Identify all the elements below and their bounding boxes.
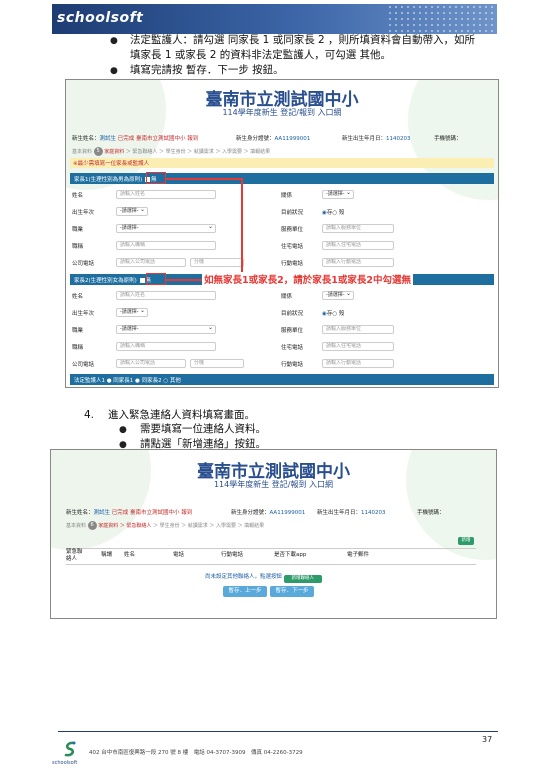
student-birth: 新生出生年月日：1140203: [317, 510, 386, 516]
footer-logo-icon: [62, 740, 78, 758]
portal-subtitle: 114學年度新生 登記/報到 入口網: [222, 108, 342, 117]
step-breadcrumb: 基本資料 6 家庭資料 ＞ 緊急聯絡人 ＞ 學生身份 ＞ 就讀需求 ＞ 入學需要…: [66, 521, 265, 530]
step-active[interactable]: 緊急聯絡人: [126, 523, 151, 529]
parent1-office-input[interactable]: 請輸入公司電話: [116, 258, 186, 267]
label-job: 職業: [72, 227, 84, 233]
parent2-home-input[interactable]: 請輸入住宅電話: [322, 342, 394, 351]
highlight-box-parent2: [146, 273, 166, 285]
guardian-bar[interactable]: 法定監護人1 ● 同家長1 ● 同家長2 ○ 其他: [70, 374, 494, 385]
student-birth: 新生出生年月日：1140203: [342, 136, 411, 142]
annotation-callout: 如無家長1或家長2，請於家長1或家長2中勾選無: [202, 272, 413, 286]
label-name: 姓名: [72, 294, 84, 300]
parent2-birth-select[interactable]: -請選擇-: [116, 307, 148, 317]
item4-sub1: 需要填寫一位連絡人資料。: [140, 423, 266, 435]
footer-logo-text: schoolsoft: [52, 760, 78, 766]
step-active[interactable]: 家庭資料: [104, 149, 124, 155]
bullet-icon: ●: [110, 36, 118, 46]
bullet-icon: ●: [110, 66, 118, 76]
step-breadcrumb: 基本資料 5 家庭資料 ＞ 緊急聯絡人 ＞ 學生身份 ＞ 就讀需求 ＞ 入學需要…: [72, 147, 271, 156]
add-button[interactable]: 新增: [458, 537, 474, 545]
label-home-phone: 住宅電話: [281, 345, 304, 351]
label-alive: 目前狀況: [281, 311, 304, 317]
col-name: 姓名: [124, 552, 136, 558]
label-unit: 服務單位: [281, 227, 304, 233]
label-unit: 服務單位: [281, 328, 304, 334]
label-job: 職業: [72, 328, 84, 334]
intro-line3: 填寫完請按 暫存．下一步 按鈕。: [130, 64, 284, 76]
parent-form-screenshot: 臺南市立測試國中小 114學年度新生 登記/報到 入口網 新生姓名：測試生 已完…: [65, 79, 499, 388]
parent2-relation-select[interactable]: -請選擇-: [322, 290, 354, 300]
student-info: 新生姓名：測試生 已完成 臺南市立測試國中小 報到: [72, 136, 199, 142]
col-title: 稱謂: [101, 552, 113, 558]
item4-text: 進入緊急連絡人資料填寫畫面。: [108, 409, 255, 421]
schoolsoft-logo: schoolsoft: [57, 10, 144, 26]
footer-rule: [58, 731, 498, 732]
footer-address: 402 台中市南區復興路一段 270 號 8 樓 電話 04-3707-3909…: [89, 750, 303, 756]
label-birth: 出生年次: [72, 210, 95, 216]
prev-button[interactable]: 暫存．上一步: [223, 586, 267, 597]
parent2-mobile-input[interactable]: 請輸入行動電話: [322, 359, 394, 368]
header-dot-pattern: [387, 4, 497, 34]
col-app: 是否下載app: [274, 552, 307, 558]
label-relation: 關係: [281, 193, 293, 199]
parent2-job-select[interactable]: -請選擇-: [116, 324, 216, 334]
label-home-phone: 住宅電話: [281, 244, 304, 250]
parent2-none-checkbox[interactable]: [139, 278, 145, 283]
student-id: 新生身分證號：AA11999001: [231, 510, 306, 516]
label-office-phone: 公司電話: [72, 261, 95, 267]
student-phone: 手機號碼：: [434, 136, 462, 142]
student-phone: 手機號碼：: [417, 510, 445, 516]
col-phone: 電話: [173, 552, 185, 558]
parent2-alive-radio[interactable]: ◉存○ 歿: [322, 309, 344, 317]
parent1-ext-input[interactable]: 分機: [190, 258, 244, 267]
parent1-job-select[interactable]: -請選擇-: [116, 223, 216, 233]
item4-number: 4.: [84, 409, 95, 421]
header-banner: schoolsoft: [52, 4, 497, 34]
parent1-title-input[interactable]: 請輸入職稱: [116, 241, 216, 250]
arrow-line-1: [166, 178, 242, 180]
label-office-phone: 公司電話: [72, 362, 95, 368]
student-info: 新生姓名：測試生 已完成 臺南市立測試國中小 報到: [66, 510, 193, 516]
bullet-icon: ●: [119, 425, 127, 435]
parent1-name-input[interactable]: 請輸入姓名: [116, 190, 216, 199]
parent2-name-input[interactable]: 請輸入姓名: [116, 291, 216, 300]
intro-line1: 法定監護人：請勾選 同家長 1 或同家長 2 ，則所填資料會自動帶入，如所: [130, 34, 476, 46]
arrow-line-2: [241, 178, 243, 279]
col-email: 電子郵件: [347, 552, 370, 558]
parent2-office-input[interactable]: 請輸入公司電話: [116, 359, 186, 368]
student-id: 新生身分證號：AA11999001: [236, 136, 311, 142]
parent1-birth-select[interactable]: -請選擇-: [116, 206, 148, 216]
portal-subtitle: 114學年度新生 登記/報到 入口網: [213, 480, 334, 489]
next-button[interactable]: 暫存．下一步: [270, 586, 314, 597]
col-mobile: 行動電話: [221, 552, 244, 558]
parent1-relation-select[interactable]: -請選擇-: [322, 189, 354, 199]
add-contact-button[interactable]: 新增聯絡人: [283, 575, 322, 583]
emergency-contact-screenshot: 臺南市立測試國中小 114學年度新生 登記/報到 入口網 新生姓名：測試生 已完…: [50, 449, 497, 619]
page-number: 37: [482, 735, 493, 744]
label-relation: 關係: [281, 294, 293, 300]
empty-message: 尚未設定其他聯絡人，點選按鈕 新增聯絡人: [205, 572, 322, 583]
highlight-box-parent1: [146, 172, 166, 184]
parent1-mobile-input[interactable]: 請輸入行動電話: [322, 258, 394, 267]
col-emergency: 緊急聯絡人: [66, 549, 83, 562]
parent1-bar: 家長1(生理性別為男為原則) 無: [70, 173, 494, 184]
label-name: 姓名: [72, 193, 84, 199]
label-title: 職稱: [72, 244, 84, 250]
label-mobile: 行動電話: [281, 261, 304, 267]
label-title: 職稱: [72, 345, 84, 351]
parent1-alive-radio[interactable]: ◉存○ 歿: [322, 208, 344, 216]
parent1-home-input[interactable]: 請輸入住宅電話: [322, 241, 394, 250]
label-mobile: 行動電話: [281, 362, 304, 368]
label-alive: 目前狀況: [281, 210, 304, 216]
parent2-unit-input[interactable]: 請輸入服務單位: [322, 325, 394, 334]
arrow-line-3: [166, 279, 206, 281]
label-birth: 出生年次: [72, 311, 95, 317]
intro-line2: 填家長 1 或家長 2 的資料非法定監護人，可勾選 其他。: [130, 49, 392, 61]
parent2-title-input[interactable]: 請輸入職稱: [116, 342, 216, 351]
parent1-unit-input[interactable]: 請輸入服務單位: [322, 224, 394, 233]
min-parent-warning: ※最少需填寫一位家長或監護人: [70, 158, 494, 168]
parent2-ext-input[interactable]: 分機: [190, 359, 244, 368]
